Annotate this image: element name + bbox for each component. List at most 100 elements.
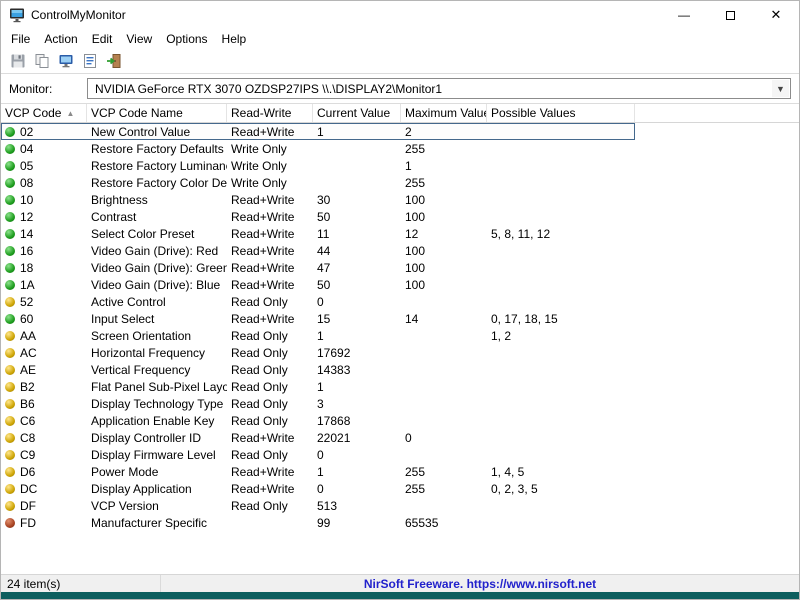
current-value-cell: 0 — [317, 447, 324, 462]
vcp-code-cell: DC — [1, 482, 87, 496]
vcp-status-dot-icon — [5, 432, 15, 443]
table-row[interactable]: 08 Restore Factory Color Defaul... Write… — [1, 174, 635, 191]
vcp-status-dot-icon — [5, 313, 15, 324]
properties-icon[interactable] — [57, 52, 75, 70]
column-header-current-value[interactable]: Current Value — [313, 104, 401, 122]
vcp-code-cell: AA — [1, 329, 87, 343]
table-row[interactable]: AC Horizontal Frequency Read Only 17692 — [1, 344, 635, 361]
table-row[interactable]: AE Vertical Frequency Read Only 14383 — [1, 361, 635, 378]
column-header-filler — [635, 104, 799, 122]
current-value-cell: 17692 — [317, 345, 351, 360]
menu-view[interactable]: View — [119, 30, 159, 48]
current-value-cell: 30 — [317, 192, 331, 207]
vcp-name-cell: Video Gain (Drive): Blue — [91, 277, 221, 292]
nirsoft-link[interactable]: NirSoft Freeware. https://www.nirsoft.ne… — [364, 577, 596, 591]
maximize-button[interactable] — [707, 1, 753, 29]
vcp-status-dot-icon — [5, 364, 15, 375]
current-value-cell: 15 — [317, 311, 331, 326]
column-header-maximum-value[interactable]: Maximum Value — [401, 104, 487, 122]
maximum-value-cell: 65535 — [405, 515, 439, 530]
table-row[interactable]: 05 Restore Factory Luminance/ ... Write … — [1, 157, 635, 174]
current-value-cell: 1 — [317, 379, 324, 394]
window-title: ControlMyMonitor — [31, 8, 126, 22]
current-value-cell: 17868 — [317, 413, 351, 428]
table-row[interactable]: DC Display Application Read+Write 0 255 … — [1, 480, 635, 497]
monitor-combobox[interactable]: NVIDIA GeForce RTX 3070 OZDSP27IPS \\.\D… — [87, 78, 791, 99]
table-row[interactable]: 14 Select Color Preset Read+Write 11 12 … — [1, 225, 635, 242]
maximum-value-cell: 255 — [405, 175, 426, 190]
read-write-cell: Read+Write — [231, 260, 295, 275]
column-header-read-write[interactable]: Read-Write — [227, 104, 313, 122]
minimize-button[interactable]: — — [661, 1, 707, 29]
possible-values-cell: 0, 2, 3, 5 — [491, 481, 538, 496]
taskbar-edge — [1, 592, 799, 599]
current-value-cell: 1 — [317, 124, 324, 139]
menu-file[interactable]: File — [4, 30, 37, 48]
menu-action[interactable]: Action — [37, 30, 84, 48]
vcp-code-cell: B2 — [1, 380, 87, 394]
table-row[interactable]: B2 Flat Panel Sub-Pixel Layout Read Only… — [1, 378, 635, 395]
vcp-name-cell: Application Enable Key — [91, 413, 215, 428]
menu-help[interactable]: Help — [215, 30, 254, 48]
table-row[interactable]: 18 Video Gain (Drive): Green Read+Write … — [1, 259, 635, 276]
vcp-status-dot-icon — [5, 177, 15, 188]
vcp-name-cell: Input Select — [91, 311, 155, 326]
vcp-status-dot-icon — [5, 160, 15, 171]
table-row[interactable]: 04 Restore Factory Defaults Write Only 2… — [1, 140, 635, 157]
maximum-value-cell: 100 — [405, 243, 426, 258]
save-icon[interactable] — [9, 52, 27, 70]
copy-icon[interactable] — [33, 52, 51, 70]
table-row[interactable]: B6 Display Technology Type Read Only 3 — [1, 395, 635, 412]
exit-icon[interactable] — [105, 52, 123, 70]
table-row[interactable]: 02 New Control Value Read+Write 1 2 — [1, 123, 635, 140]
current-value-cell: 99 — [317, 515, 331, 530]
table-row[interactable]: 52 Active Control Read Only 0 — [1, 293, 635, 310]
table-row[interactable]: C8 Display Controller ID Read+Write 2202… — [1, 429, 635, 446]
sort-ascending-icon: ▲ — [66, 108, 75, 118]
maximum-value-cell: 14 — [405, 311, 419, 326]
read-write-cell: Read+Write — [231, 430, 295, 445]
column-header-possible-values[interactable]: Possible Values — [487, 104, 635, 122]
table-row[interactable]: 16 Video Gain (Drive): Red Read+Write 44… — [1, 242, 635, 259]
table-row[interactable]: 10 Brightness Read+Write 30 100 — [1, 191, 635, 208]
vcp-code-cell: 02 — [1, 125, 87, 139]
table-row[interactable]: C9 Display Firmware Level Read Only 0 — [1, 446, 635, 463]
vcp-status-dot-icon — [5, 262, 15, 273]
read-write-cell: Write Only — [231, 175, 287, 190]
vcp-status-dot-icon — [5, 449, 15, 460]
vcp-name-cell: Restore Factory Defaults — [91, 141, 224, 156]
vcp-name-cell: Video Gain (Drive): Red — [91, 243, 219, 258]
maximum-value-cell: 2 — [405, 124, 412, 139]
chevron-down-icon[interactable]: ▼ — [772, 80, 789, 97]
menu-edit[interactable]: Edit — [85, 30, 120, 48]
possible-values-cell: 0, 17, 18, 15 — [491, 311, 558, 326]
table-row[interactable]: 12 Contrast Read+Write 50 100 — [1, 208, 635, 225]
menu-options[interactable]: Options — [159, 30, 214, 48]
vcp-code-cell: 12 — [1, 210, 87, 224]
report-icon[interactable] — [81, 52, 99, 70]
current-value-cell: 513 — [317, 498, 338, 513]
vcp-name-cell: Brightness — [91, 192, 148, 207]
read-write-cell: Write Only — [231, 158, 287, 173]
table-row[interactable]: C6 Application Enable Key Read Only 1786… — [1, 412, 635, 429]
current-value-cell: 1 — [317, 464, 324, 479]
table-row[interactable]: AA Screen Orientation Read Only 1 1, 2 — [1, 327, 635, 344]
vcp-code-cell: AC — [1, 346, 87, 360]
vcp-code-cell: C6 — [1, 414, 87, 428]
toolbar — [1, 49, 799, 74]
vcp-name-cell: Restore Factory Luminance/ ... — [91, 158, 227, 173]
table-row[interactable]: D6 Power Mode Read+Write 1 255 1, 4, 5 — [1, 463, 635, 480]
column-header-vcp-code[interactable]: VCP Code ▲ — [1, 104, 87, 122]
table-row[interactable]: DF VCP Version Read Only 513 — [1, 497, 635, 514]
close-button[interactable]: ✕ — [753, 1, 799, 29]
statusbar: 24 item(s) NirSoft Freeware. https://www… — [1, 574, 799, 592]
column-header-vcp-code-name[interactable]: VCP Code Name — [87, 104, 227, 122]
table-row[interactable]: 60 Input Select Read+Write 15 14 0, 17, … — [1, 310, 635, 327]
vcp-code-cell: FD — [1, 516, 87, 530]
vcp-name-cell: Horizontal Frequency — [91, 345, 206, 360]
vcp-name-cell: Display Firmware Level — [91, 447, 216, 462]
monitor-selector-row: Monitor: NVIDIA GeForce RTX 3070 OZDSP27… — [1, 74, 799, 104]
table-row[interactable]: 1A Video Gain (Drive): Blue Read+Write 5… — [1, 276, 635, 293]
table-row[interactable]: FD Manufacturer Specific 99 65535 — [1, 514, 635, 531]
maximum-value-cell: 255 — [405, 464, 426, 479]
